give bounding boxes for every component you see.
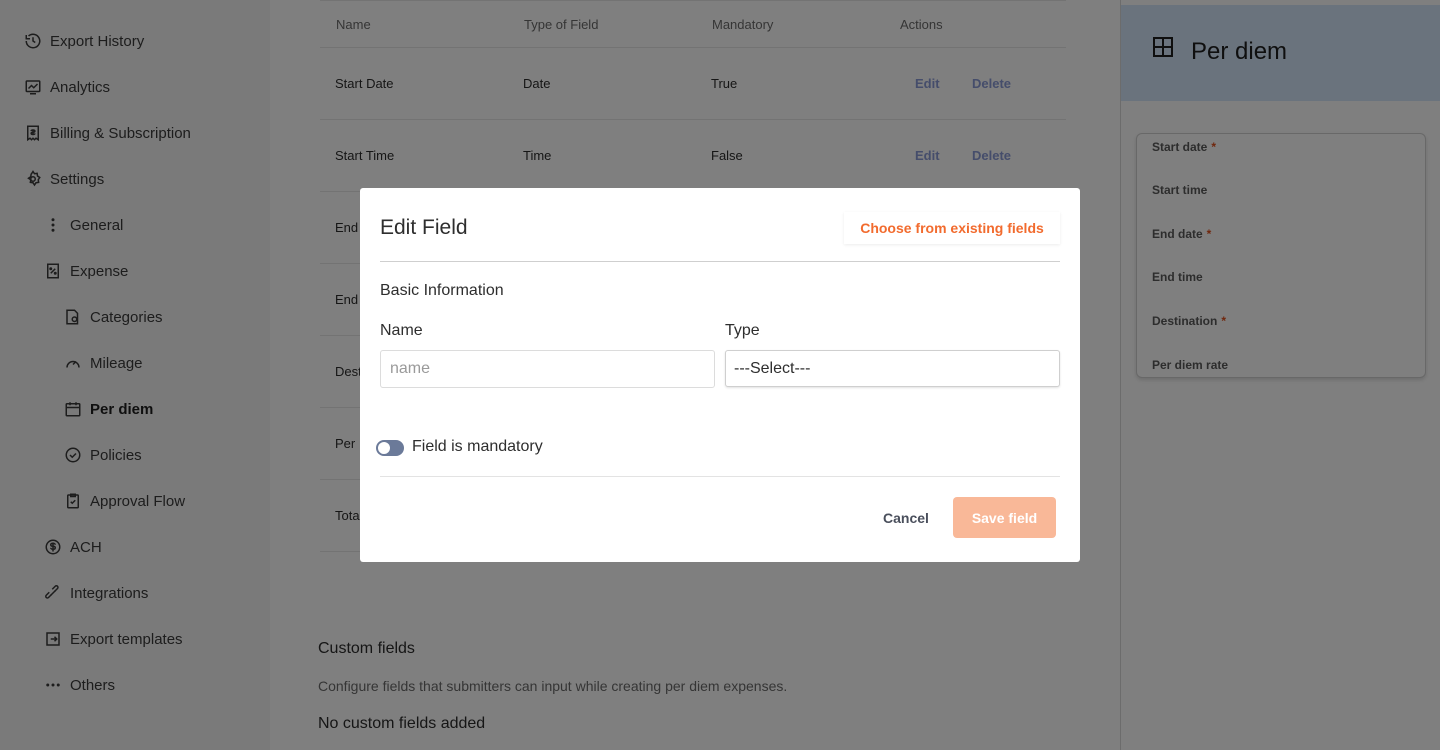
mandatory-toggle[interactable] (376, 440, 404, 456)
type-label: Type (725, 322, 760, 339)
toggle-knob (378, 442, 390, 454)
type-select-value: ---Select--- (734, 359, 811, 377)
cancel-button[interactable]: Cancel (870, 506, 942, 530)
divider (380, 261, 1060, 262)
divider (380, 476, 1060, 477)
type-select[interactable]: ---Select--- (725, 350, 1060, 387)
edit-field-modal: Edit Field Choose from existing fields B… (360, 188, 1080, 562)
save-field-button[interactable]: Save field (953, 497, 1056, 538)
section-title: Basic Information (380, 282, 504, 299)
mandatory-label: Field is mandatory (412, 438, 543, 455)
name-input[interactable] (380, 350, 715, 388)
modal-title: Edit Field (380, 216, 468, 239)
choose-existing-fields-button[interactable]: Choose from existing fields (844, 212, 1060, 244)
name-label: Name (380, 322, 423, 339)
